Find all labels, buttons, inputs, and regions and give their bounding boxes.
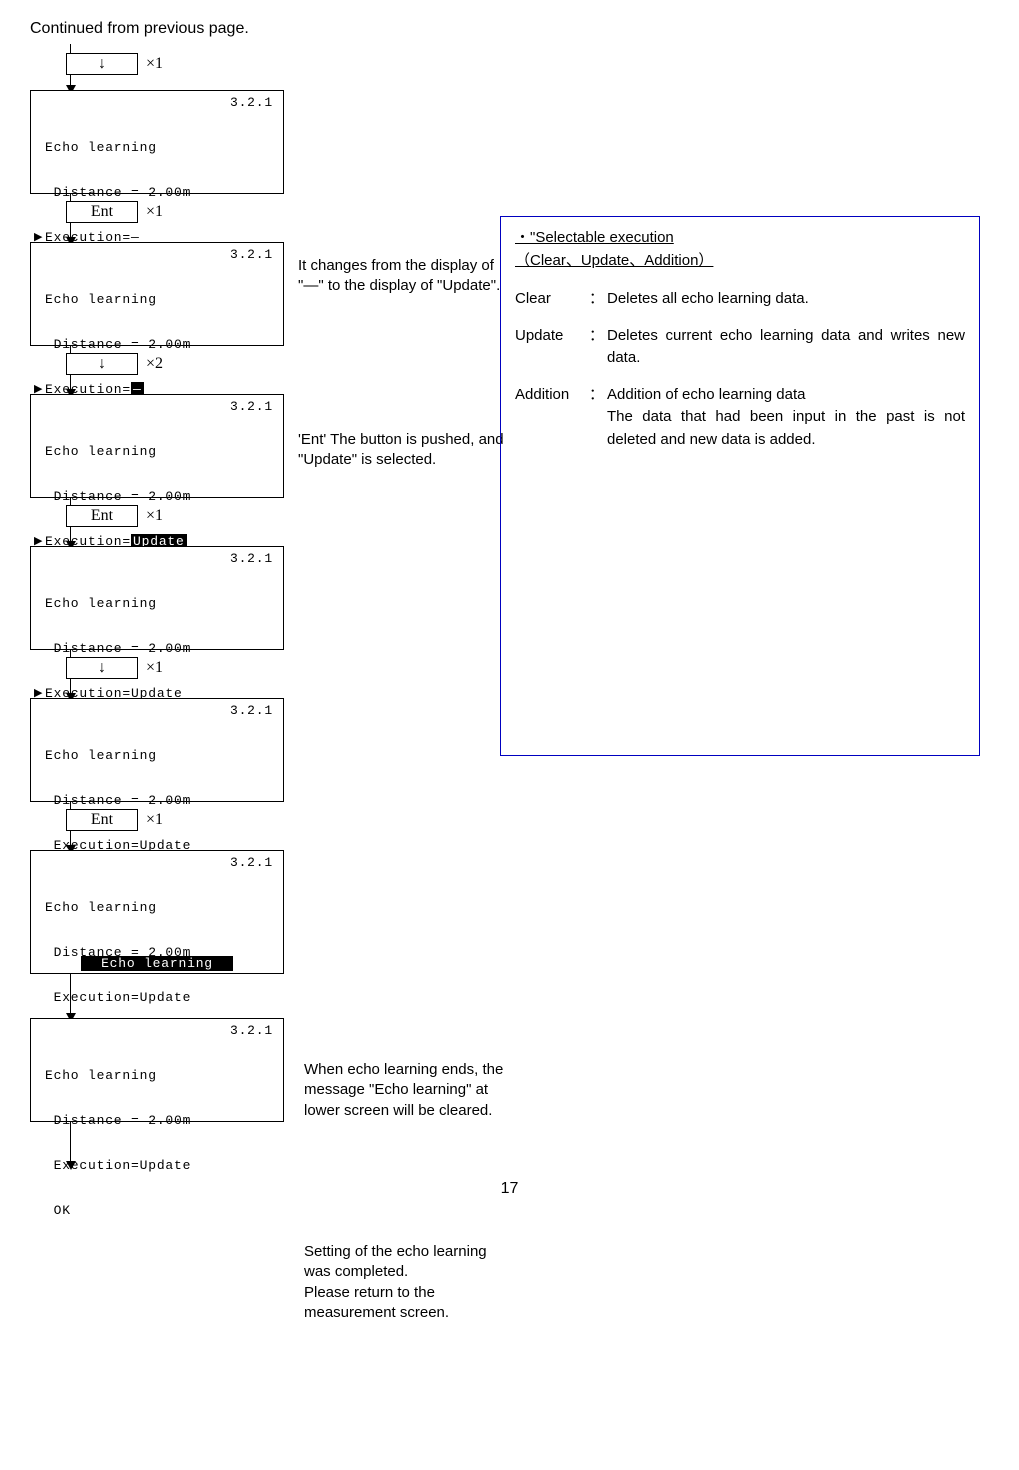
down-button[interactable]: ↓ — [66, 353, 138, 375]
lcd-title: Echo learning — [37, 444, 277, 459]
def-term: Update — [515, 325, 589, 370]
annotation-4: Setting of the echo learning was complet… — [304, 1242, 514, 1323]
lcd-title: Echo learning — [37, 748, 277, 763]
def-desc: Deletes current echo learning data and w… — [607, 325, 965, 370]
down-button[interactable]: ↓ — [66, 657, 138, 679]
lcd-version: 3.2.1 — [230, 95, 273, 110]
lcd-distance: Distance = 2.00m — [37, 1113, 277, 1128]
lcd-title: Echo learning — [37, 140, 277, 155]
lcd-screen-5: 3.2.1 Echo learning Distance = 2.00m Exe… — [30, 698, 284, 802]
lcd-version: 3.2.1 — [230, 1023, 273, 1038]
def-sep: ： — [589, 288, 607, 311]
def-row-clear: Clear ： Deletes all echo learning data. — [515, 288, 965, 311]
def-desc: Deletes all echo learning data. — [607, 288, 965, 311]
down-button[interactable]: ↓ — [66, 53, 138, 75]
lcd-version: 3.2.1 — [230, 399, 273, 414]
lcd-title: Echo learning — [37, 596, 277, 611]
lcd-execution: Execution=Update — [37, 1158, 277, 1173]
ent-button[interactable]: Ent — [66, 201, 138, 223]
ent-button[interactable]: Ent — [66, 505, 138, 527]
def-term: Addition — [515, 384, 589, 452]
def-sep: ： — [589, 384, 607, 452]
sidebox-title-2: （Clear、Update、Addition） — [515, 250, 965, 273]
lcd-version: 3.2.1 — [230, 855, 273, 870]
lcd-version: 3.2.1 — [230, 247, 273, 262]
sidebox-title-1: ・"Selectable execution — [515, 227, 965, 250]
lcd-title: Echo learning — [37, 900, 277, 915]
lcd-title: Echo learning — [37, 292, 277, 307]
lcd-status-footer: Echo learning — [31, 956, 283, 971]
annotation-3: When echo learning ends, the message "Ec… — [304, 1060, 514, 1121]
press-count: ×1 — [146, 55, 163, 73]
lcd-screen-4: 3.2.1 Echo learning Distance = 2.00m Exe… — [30, 546, 284, 650]
annotation-2: 'Ent' The button is pushed, and "Update"… — [298, 430, 508, 471]
lcd-screen-1: 3.2.1 Echo learning Distance = 2.00m Exe… — [30, 90, 284, 194]
def-sep: ： — [589, 325, 607, 370]
lcd-ok: OK — [37, 1203, 277, 1218]
def-term: Clear — [515, 288, 589, 311]
ent-button[interactable]: Ent — [66, 809, 138, 831]
lcd-distance: Distance = 2.00m — [37, 185, 277, 200]
lcd-execution: Execution=Update — [37, 990, 277, 1005]
lcd-screen-3: 3.2.1 Echo learning Distance = 2.00m Exe… — [30, 394, 284, 498]
annotation-1: It changes from the display of "―" to th… — [298, 256, 508, 297]
def-row-addition: Addition ： Addition of echo learning dat… — [515, 384, 965, 452]
def-desc: Addition of echo learning data The data … — [607, 384, 965, 452]
selectable-execution-box: ・"Selectable execution （Clear、Update、Add… — [500, 216, 980, 756]
lcd-distance: Distance = 2.00m — [37, 641, 277, 656]
lcd-version: 3.2.1 — [230, 703, 273, 718]
connector: ↓ ×1 — [30, 46, 290, 90]
lcd-distance: Distance = 2.00m — [37, 337, 277, 352]
flow-column: ↓ ×1 3.2.1 Echo learning Distance = 2.00… — [30, 46, 290, 1166]
lcd-screen-6: 3.2.1 Echo learning Distance = 2.00m Exe… — [30, 850, 284, 974]
lcd-version: 3.2.1 — [230, 551, 273, 566]
continued-header: Continued from previous page. — [30, 20, 989, 38]
def-row-update: Update ： Deletes current echo learning d… — [515, 325, 965, 370]
lcd-distance: Distance = 2.00m — [37, 793, 277, 808]
lcd-screen-2: 3.2.1 Echo learning Distance = 2.00m Exe… — [30, 242, 284, 346]
lcd-screen-7: 3.2.1 Echo learning Distance = 2.00m Exe… — [30, 1018, 284, 1122]
lcd-title: Echo learning — [37, 1068, 277, 1083]
lcd-distance: Distance = 2.00m — [37, 489, 277, 504]
